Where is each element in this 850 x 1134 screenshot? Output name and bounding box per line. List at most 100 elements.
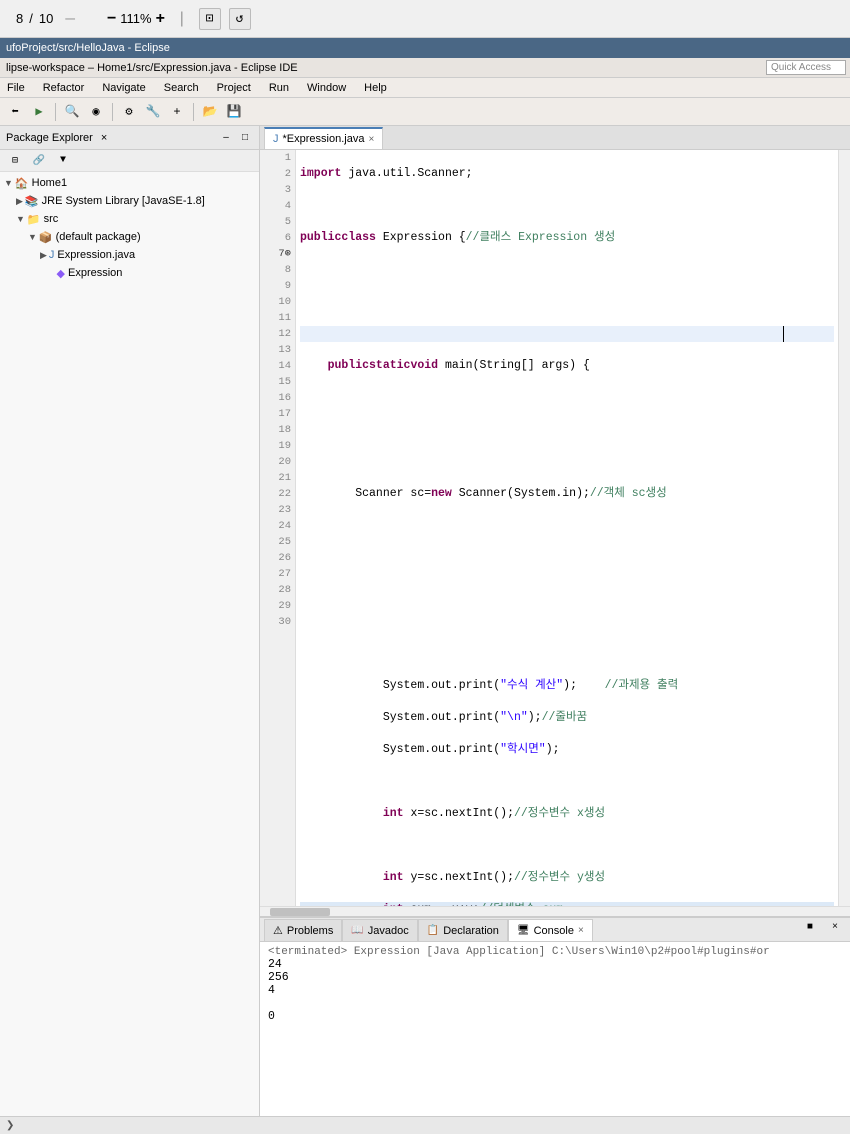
sidebar-close-btn[interactable]: × xyxy=(101,132,107,144)
console-close-btn[interactable]: × xyxy=(578,925,584,936)
status-left[interactable]: ❯ xyxy=(6,1120,14,1131)
code-line-7: public static void main(String[] args) { xyxy=(300,358,834,374)
nav-separator: — xyxy=(65,10,75,28)
menu-bar: File Refactor Navigate Search Project Ru… xyxy=(0,78,850,98)
label-jre: JRE System Library [JavaSE-1.8] xyxy=(42,195,205,207)
scrollbar-thumb[interactable] xyxy=(270,908,330,916)
sidebar-item-expression-java[interactable]: ▶ J Expression.java xyxy=(0,246,259,264)
code-line-1: import java.util.Scanner; xyxy=(300,166,834,182)
javadoc-label: Javadoc xyxy=(368,925,409,937)
sidebar-maximize-btn[interactable]: □ xyxy=(237,130,253,146)
menu-window[interactable]: Window xyxy=(304,82,349,94)
code-line-17: System.out.print("수식 계산"); //과제용 출력 xyxy=(300,678,834,694)
subtitle-bar: lipse-workspace – Home1/src/Expression.j… xyxy=(0,58,850,78)
ln-4: 4 xyxy=(262,198,291,214)
top-bar: 8 / 10 — − 111% + | ⊡ ↺ xyxy=(0,0,850,38)
tab-javadoc[interactable]: 📖 Javadoc xyxy=(342,919,417,941)
quick-access-field[interactable]: Quick Access xyxy=(766,60,846,75)
console-label: Console xyxy=(534,925,574,937)
sidebar-item-home1[interactable]: ▼ 🏠 Home1 xyxy=(0,174,259,192)
zoom-plus-btn[interactable]: + xyxy=(156,10,165,28)
menu-project[interactable]: Project xyxy=(214,82,254,94)
sidebar-item-jre[interactable]: ▶ 📚 JRE System Library [JavaSE-1.8] xyxy=(0,192,259,210)
title-bar: ufoProject/src/HelloJava - Eclipse xyxy=(0,38,850,58)
code-line-15 xyxy=(300,614,834,630)
sidebar-item-default-pkg[interactable]: ▼ 📦 (default package) xyxy=(0,228,259,246)
console-action-1[interactable]: ■ xyxy=(799,916,821,938)
ln-12: 12 xyxy=(262,326,291,342)
ln-30: 30 xyxy=(262,614,291,630)
ln-7: 7⊛ xyxy=(262,246,291,262)
sidebar-item-expression-class[interactable]: ◆ Expression xyxy=(0,264,259,282)
tab-problems[interactable]: ⚠ Problems xyxy=(264,919,342,941)
menu-run[interactable]: Run xyxy=(266,82,292,94)
ln-27: 27 xyxy=(262,566,291,582)
zoom-minus-btn[interactable]: − xyxy=(107,10,116,28)
sidebar-toolbar: ⊟ 🔗 ▼ xyxy=(0,150,259,172)
ln-18: 18 xyxy=(262,422,291,438)
ln-14: 14 xyxy=(262,358,291,374)
ln-25: 25 xyxy=(262,534,291,550)
code-horizontal-scrollbar[interactable] xyxy=(260,906,850,916)
sidebar-minimize-btn[interactable]: – xyxy=(218,130,234,146)
page-sep: / xyxy=(29,11,33,26)
refresh-btn[interactable]: ↺ xyxy=(229,8,251,30)
bottom-tab-group: ⚠ Problems 📖 Javadoc 📋 Declaration � xyxy=(264,919,593,941)
toolbar-sep2 xyxy=(112,103,113,121)
menu-help[interactable]: Help xyxy=(361,82,390,94)
menu-refactor[interactable]: Refactor xyxy=(40,82,88,94)
sidebar-icons: – □ xyxy=(218,130,253,146)
sidebar: Package Explorer × – □ ⊟ 🔗 ▼ ▼ 🏠 Home1 xyxy=(0,126,260,1116)
arrow-src: ▼ xyxy=(16,214,25,224)
editor-scrollbar[interactable] xyxy=(838,150,850,906)
console-terminated-msg: <terminated> Expression [Java Applicatio… xyxy=(268,946,842,958)
ln-1: 1 xyxy=(262,150,291,166)
sidebar-collapse-btn[interactable]: ⊟ xyxy=(4,150,26,172)
toolbar-search-btn[interactable]: 🔍 xyxy=(61,101,83,123)
label-expr-java: Expression.java xyxy=(57,249,135,261)
menu-navigate[interactable]: Navigate xyxy=(99,82,148,94)
ln-3: 3 xyxy=(262,182,291,198)
arrow-pkg: ▼ xyxy=(28,232,37,242)
toolbar-back-btn[interactable]: ⬅ xyxy=(4,101,26,123)
code-line-4 xyxy=(300,262,834,278)
ln-19: 19 xyxy=(262,438,291,454)
menu-file[interactable]: File xyxy=(4,82,28,94)
toolbar-debug-btn[interactable]: ◉ xyxy=(85,101,107,123)
page-navigation: 8 / 10 xyxy=(16,11,53,26)
zoom-level: 111% xyxy=(120,11,151,26)
ide-subtitle: lipse-workspace – Home1/src/Expression.j… xyxy=(6,62,298,74)
ln-23: 23 xyxy=(262,502,291,518)
toolbar-open-btn[interactable]: 📂 xyxy=(199,101,221,123)
toolbar-save-btn[interactable]: 💾 xyxy=(223,101,245,123)
toolbar-run-btn[interactable]: ▶ xyxy=(28,101,50,123)
sidebar-link-btn[interactable]: 🔗 xyxy=(28,150,50,172)
icon-jre: 📚 xyxy=(25,195,39,208)
code-content[interactable]: import java.util.Scanner; public class E… xyxy=(296,150,838,906)
sidebar-title-area: Package Explorer × xyxy=(6,132,107,144)
zoom-control: − 111% + xyxy=(107,10,165,28)
fullscreen-btn[interactable]: ⊡ xyxy=(199,8,221,30)
console-action-2[interactable]: × xyxy=(824,916,846,938)
sidebar-item-src[interactable]: ▼ 📁 src xyxy=(0,210,259,228)
sidebar-title: Package Explorer xyxy=(6,132,93,144)
arrow-home1: ▼ xyxy=(4,178,13,188)
tab-declaration[interactable]: 📋 Declaration xyxy=(418,919,508,941)
bottom-tabs: ⚠ Problems 📖 Javadoc 📋 Declaration � xyxy=(260,918,850,942)
sidebar-menu-btn[interactable]: ▼ xyxy=(52,150,74,172)
tab-console[interactable]: 🖥 Console × xyxy=(508,919,593,941)
code-line-14 xyxy=(300,582,834,598)
sidebar-header: Package Explorer × – □ xyxy=(0,126,259,150)
toolbar-build-btn[interactable]: ⚙ xyxy=(118,101,140,123)
code-line-9 xyxy=(300,422,834,438)
ln-2: 2 xyxy=(262,166,291,182)
icon-expr-class: ◆ xyxy=(57,267,65,280)
status-bar: ❯ xyxy=(0,1116,850,1134)
sidebar-tree: ▼ 🏠 Home1 ▶ 📚 JRE System Library [JavaSE… xyxy=(0,172,259,1116)
arrow-expr-class xyxy=(52,268,55,278)
tab-close-btn[interactable]: × xyxy=(368,134,374,145)
menu-search[interactable]: Search xyxy=(161,82,202,94)
toolbar-clean-btn[interactable]: 🔧 xyxy=(142,101,164,123)
tab-expression-java[interactable]: J *Expression.java × xyxy=(264,127,383,149)
toolbar-new-btn[interactable]: + xyxy=(166,101,188,123)
